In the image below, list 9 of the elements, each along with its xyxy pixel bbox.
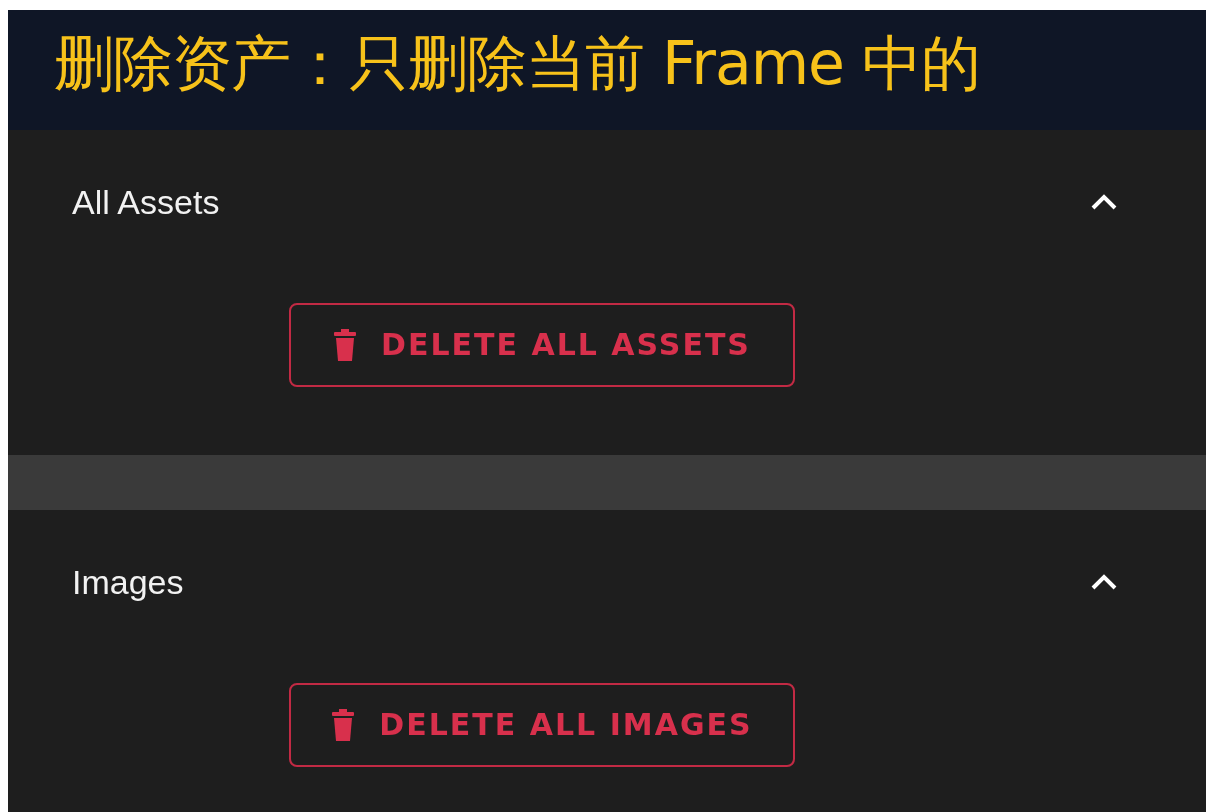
delete-button[interactable]: DELETE ALL IMAGES (289, 682, 795, 767)
chevron-icon[interactable] (1090, 573, 1118, 592)
banner-title: 删除资产：只删除当前 Frame 中的 (53, 27, 982, 100)
trash-icon (331, 708, 356, 741)
trash-icon (333, 328, 357, 361)
delete-button[interactable]: DELETE ALL ASSETS (289, 302, 795, 387)
chevron-icon[interactable] (1090, 193, 1118, 212)
section-title: All Assets (72, 182, 220, 223)
section-title: Images (72, 562, 184, 603)
